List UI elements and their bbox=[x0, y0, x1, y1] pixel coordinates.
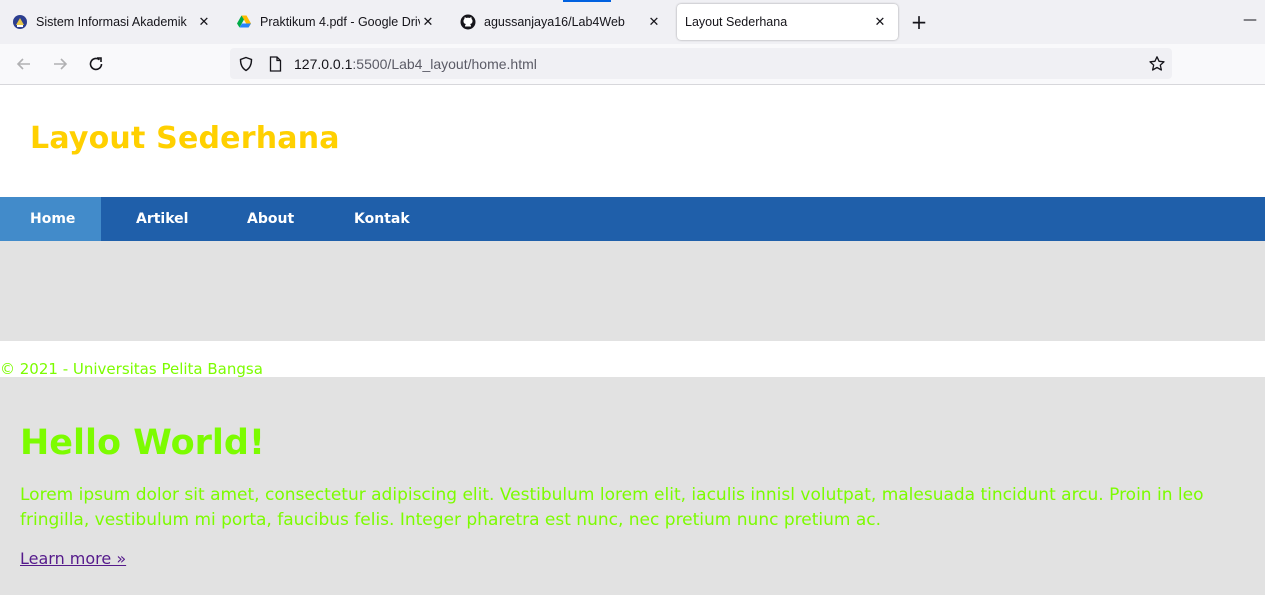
tab-title: Sistem Informasi Akademik bbox=[36, 15, 187, 29]
url-path: :5500/Lab4_layout/home.html bbox=[352, 55, 537, 72]
bookmark-star-icon[interactable] bbox=[1148, 55, 1166, 73]
minimize-icon[interactable]: — bbox=[1240, 12, 1260, 28]
close-tab-icon[interactable]: ✕ bbox=[420, 14, 436, 30]
close-tab-icon[interactable]: ✕ bbox=[872, 14, 888, 30]
tab-strip: Sistem Informasi Akademik ✕ Praktikum 4.… bbox=[0, 0, 1265, 44]
google-drive-icon bbox=[236, 14, 252, 30]
page-title: Layout Sederhana bbox=[30, 121, 340, 156]
tab-layout-sederhana[interactable]: Layout Sederhana ✕ bbox=[677, 4, 898, 40]
reload-icon[interactable] bbox=[86, 54, 106, 74]
tab-sistem-informasi-akademik[interactable]: Sistem Informasi Akademik ✕ bbox=[2, 4, 222, 40]
site-header: Layout Sederhana bbox=[0, 85, 1265, 197]
tab-github-lab4web[interactable]: agussanjaya16/Lab4Web ✕ bbox=[450, 4, 672, 40]
hero-paragraph: Lorem ipsum dolor sit amet, consectetur … bbox=[20, 485, 1204, 530]
nav-link-artikel[interactable]: Artikel bbox=[101, 197, 213, 241]
tracking-protection-shield-icon[interactable] bbox=[238, 56, 254, 72]
university-logo-icon bbox=[12, 14, 28, 30]
tab-title: Layout Sederhana bbox=[685, 15, 788, 29]
back-arrow-icon[interactable] bbox=[14, 54, 34, 74]
content-area bbox=[0, 241, 1265, 341]
tab-title: agussanjaya16/Lab4Web bbox=[484, 15, 625, 29]
page-viewport: Layout Sederhana Home Artikel About Kont… bbox=[0, 85, 1265, 595]
footer-copyright: © 2021 - Universitas Pelita Bangsa bbox=[0, 360, 263, 378]
url-host: 127.0.0.1 bbox=[294, 55, 353, 72]
github-icon bbox=[460, 14, 476, 30]
url-text[interactable]: 127.0.0.1:5500/Lab4_layout/home.html bbox=[294, 56, 537, 72]
nav-link-kontak[interactable]: Kontak bbox=[320, 197, 430, 241]
tab-title: Praktikum 4.pdf - Google Drive bbox=[260, 15, 420, 29]
close-tab-icon[interactable]: ✕ bbox=[646, 14, 662, 30]
new-tab-icon[interactable]: + bbox=[908, 12, 930, 34]
forward-arrow-icon[interactable] bbox=[50, 54, 70, 74]
navigation-toolbar: 127.0.0.1:5500/Lab4_layout/home.html bbox=[0, 44, 1265, 85]
site-navigation: Home Artikel About Kontak bbox=[0, 197, 1265, 241]
nav-link-about[interactable]: About bbox=[213, 197, 320, 241]
hero-heading: Hello World! bbox=[20, 423, 265, 463]
hero-section: Hello World! Lorem ipsum dolor sit amet,… bbox=[0, 377, 1265, 595]
page-info-icon[interactable] bbox=[268, 55, 282, 72]
tab-praktikum-pdf[interactable]: Praktikum 4.pdf - Google Drive ✕ bbox=[226, 4, 446, 40]
learn-more-link[interactable]: Learn more » bbox=[20, 549, 126, 568]
close-tab-icon[interactable]: ✕ bbox=[196, 14, 212, 30]
tab-loading-indicator bbox=[563, 0, 611, 2]
address-bar[interactable]: 127.0.0.1:5500/Lab4_layout/home.html bbox=[230, 48, 1172, 79]
nav-link-home[interactable]: Home bbox=[0, 197, 101, 241]
